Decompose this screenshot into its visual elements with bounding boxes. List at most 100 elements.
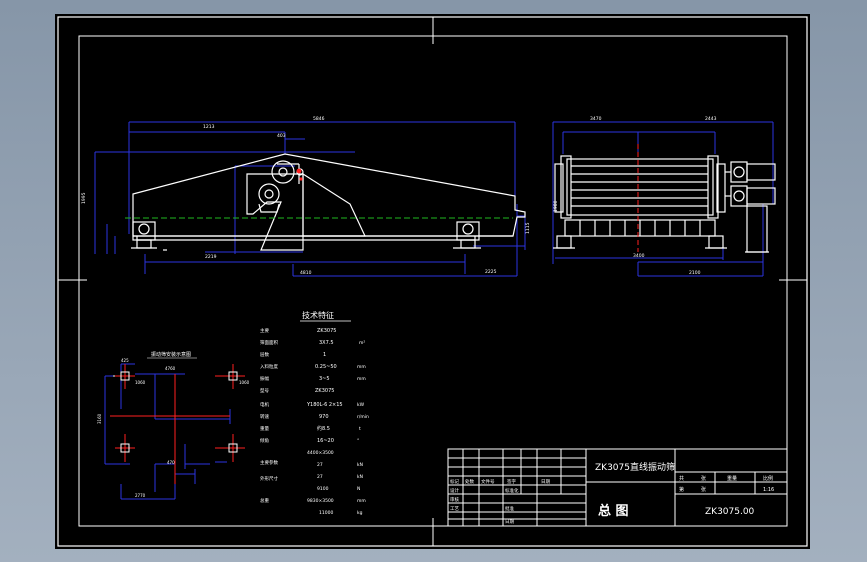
title-block-right-labels: 共 张 重量 比例 第 张 1:16: [679, 475, 774, 493]
svg-text:1060: 1060: [239, 380, 250, 385]
svg-text:外形尺寸: 外形尺寸: [260, 475, 278, 482]
right-label: 重量: [727, 475, 737, 482]
svg-text:1060: 1060: [135, 380, 146, 385]
svg-text:27: 27: [317, 474, 323, 480]
right-label: 张: [701, 486, 706, 493]
svg-text:mm: mm: [357, 499, 366, 504]
tech-spec-heading: 技术特征: [302, 310, 334, 320]
tech-spec-labels: 主要 筛面面积 层数 入料粒度 振幅 型号 电机 转速 重量 倾角 主要参数 外…: [260, 327, 278, 504]
svg-text:主要参数: 主要参数: [260, 459, 278, 466]
svg-text:4400×3500: 4400×3500: [307, 450, 334, 456]
row-label: 处数: [465, 478, 474, 485]
sign-label: 日期: [505, 519, 514, 525]
plan-dimension-text: 425 4760 1060 1060 470 2770 3160: [97, 358, 250, 498]
svg-text:kW: kW: [357, 402, 365, 408]
svg-text:4810: 4810: [300, 270, 312, 276]
machine-name: ZK3075直线振动筛: [595, 461, 675, 473]
drawing-number: ZK3075.00: [705, 507, 755, 517]
svg-text:1115: 1115: [525, 222, 531, 234]
svg-text:层数: 层数: [260, 351, 269, 358]
tech-spec-value: 16~20: [317, 438, 334, 444]
svg-text:型号: 型号: [260, 387, 269, 394]
sign-label: 标准化: [505, 487, 519, 494]
svg-text:2443: 2443: [705, 116, 717, 122]
svg-text:403: 403: [277, 133, 286, 139]
tech-spec-value: 3~5: [319, 376, 330, 382]
svg-text:2225: 2225: [485, 269, 497, 275]
svg-text:主要: 主要: [260, 327, 269, 334]
row-label: 签字: [507, 478, 516, 485]
side-dimensions: [552, 121, 774, 277]
plan-view-title: 振动筛安装示意图: [151, 351, 191, 358]
plan-centerlines: [110, 364, 245, 484]
svg-text:11000: 11000: [319, 510, 333, 516]
svg-text:mm: mm: [357, 365, 366, 370]
tech-spec-value: 970: [319, 414, 329, 420]
scale-value: 1:16: [763, 487, 774, 493]
svg-text:筛面面积: 筛面面积: [260, 339, 278, 346]
right-label: 比例: [763, 475, 773, 482]
svg-text:kN: kN: [357, 474, 363, 480]
row-label: 标记: [450, 478, 459, 485]
row-label: 文件号: [481, 478, 495, 485]
svg-text:t: t: [359, 426, 361, 432]
tech-spec-values: ZK3075 3X7.5 1 0.25~50 3~5 ZK3075 Y180L-…: [306, 328, 343, 444]
svg-text:电机: 电机: [260, 401, 269, 408]
side-dimension-text: 3470 2443 3400 2100 1980: [553, 116, 717, 276]
tech-spec-value: 3X7.5: [319, 340, 334, 346]
tech-spec-table: 技术特征 主要 筛面面积 层数 入料粒度 振幅 型号 电机 转速 重量 倾角 主…: [260, 310, 369, 516]
svg-text:4760: 4760: [165, 366, 176, 371]
drawing-canvas: 1213 5846 403 2219 4810 2225 1995 1115 3…: [55, 14, 810, 549]
front-dimension-text: 1213 5846 403 2219 4810 2225 1995 1115: [81, 116, 531, 276]
svg-text:2770: 2770: [135, 493, 146, 498]
sign-label: 工艺: [450, 506, 459, 512]
plan-view: 振动筛安装示意图 425 4760 1060 1060 470 2770 316…: [97, 351, 250, 500]
svg-text:总重: 总重: [260, 497, 269, 504]
front-dimensions: [94, 121, 526, 277]
svg-text:重量: 重量: [260, 425, 269, 432]
svg-text:N: N: [357, 486, 360, 492]
sign-label: 批准: [505, 505, 514, 512]
svg-text:倾角: 倾角: [260, 437, 269, 444]
cad-viewer: 1213 5846 403 2219 4810 2225 1995 1115 3…: [0, 0, 867, 562]
row-label: 日期: [541, 479, 550, 485]
svg-text:3400: 3400: [633, 253, 645, 259]
svg-text:2219: 2219: [205, 254, 217, 260]
svg-text:1995: 1995: [81, 192, 87, 204]
tech-spec-value: 0.25~50: [315, 364, 337, 370]
svg-text:1980: 1980: [553, 200, 559, 212]
svg-text:9100: 9100: [317, 486, 329, 492]
svg-text:mm: mm: [357, 377, 366, 382]
sign-label: 设计: [450, 487, 459, 494]
svg-text:5846: 5846: [313, 116, 325, 122]
svg-text:°: °: [357, 438, 359, 444]
svg-text:kg: kg: [357, 510, 363, 516]
tech-spec-value: 约8.5: [317, 425, 330, 432]
tech-spec-value: ZK3075: [317, 328, 336, 334]
svg-text:2100: 2100: [689, 270, 701, 276]
svg-text:振幅: 振幅: [260, 375, 269, 382]
svg-text:1213: 1213: [203, 124, 215, 130]
right-label: 张: [701, 475, 706, 482]
svg-text:470: 470: [167, 460, 175, 465]
svg-text:3470: 3470: [590, 116, 602, 122]
assembly-drawing: 1213 5846 403 2219 4810 2225 1995 1115 3…: [57, 16, 808, 547]
screen-body: [131, 153, 526, 251]
tech-spec-value: Y180L-6 2×15: [306, 402, 343, 408]
svg-text:入料粒度: 入料粒度: [260, 363, 278, 370]
svg-text:转速: 转速: [260, 413, 269, 420]
right-label: 第: [679, 486, 684, 493]
drawing-name: 总 图: [598, 503, 629, 519]
tech-spec-value: ZK3075: [315, 388, 334, 394]
front-view: 1213 5846 403 2219 4810 2225 1995 1115: [81, 116, 531, 277]
side-screen-box: [553, 155, 776, 253]
svg-text:3160: 3160: [97, 413, 102, 424]
tech-spec-value: 1: [323, 352, 326, 358]
centering-marks: [58, 17, 807, 546]
svg-text:kN: kN: [357, 462, 363, 468]
sign-label: 审核: [450, 496, 459, 503]
svg-text:425: 425: [121, 358, 129, 363]
title-block: 标记 处数 文件号 签字 日期 设计 标准化 审核 工艺 批准 日期 共 张 重…: [447, 448, 788, 527]
side-view: 3470 2443 3400 2100 1980: [552, 116, 776, 277]
svg-text:r/min: r/min: [357, 414, 369, 420]
